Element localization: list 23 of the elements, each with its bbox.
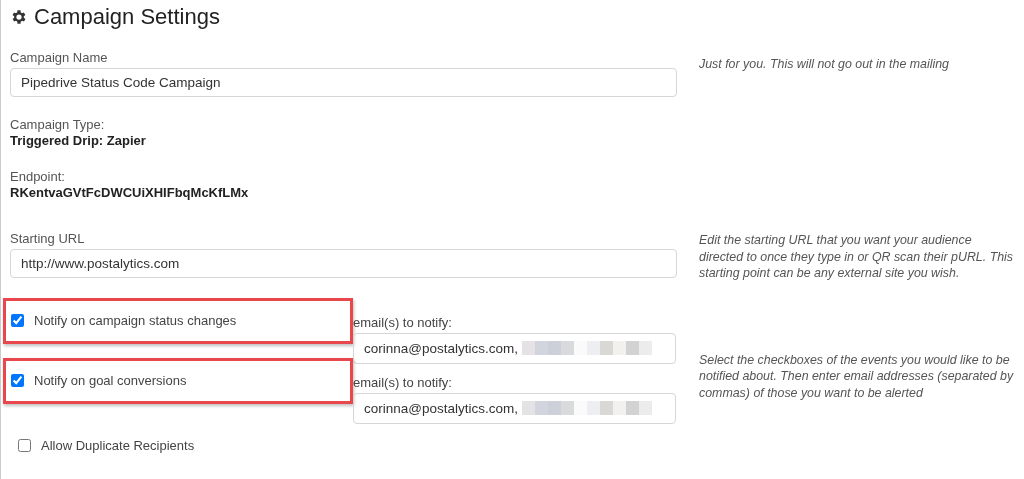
field-label: email(s) to notify:	[353, 374, 452, 390]
help-text: Just for you. This will not go out in the mailing	[699, 57, 949, 71]
help-text: Select the checkboxes of the events you would like to be notified about. Then enter email addresses (separated by commas) of those you want to be alerted	[699, 352, 1014, 400]
field-label: Campaign Name	[10, 50, 108, 65]
field-label: email(s) to notify:	[353, 314, 452, 330]
page-title: Campaign Settings	[34, 4, 220, 30]
checkbox-label: Notify on goal conversions	[34, 373, 187, 388]
field-label: Campaign Type:	[10, 117, 105, 132]
checkbox[interactable]	[11, 374, 24, 387]
settings-icon	[10, 8, 28, 26]
checkbox[interactable]	[18, 438, 31, 452]
help-text: Edit the starting URL that you want your audience directed to once they type in or QR scan their pURL. This starting point can be any external site you wish.	[699, 233, 1014, 280]
checkbox-label: Allow Duplicate Recipients	[41, 437, 195, 453]
checkbox-label: Notify on campaign status changes	[34, 313, 237, 328]
field-value: RKentvaGVtFcDWCUiXHIFbqMcKfLMx	[10, 185, 249, 200]
checkbox[interactable]	[11, 314, 24, 327]
field-label: Endpoint:	[10, 169, 65, 184]
email-field[interactable]: corinna@postalytics.com,	[353, 392, 676, 424]
email-field[interactable]: corinna@postalytics.com,	[353, 332, 676, 364]
field-label: Starting URL	[10, 231, 85, 246]
field-value: Triggered Drip: Zapier	[10, 133, 146, 148]
text-field[interactable]: Pipedrive Status Code Campaign	[10, 68, 677, 97]
text-field[interactable]: http://www.postalytics.com	[10, 249, 677, 278]
